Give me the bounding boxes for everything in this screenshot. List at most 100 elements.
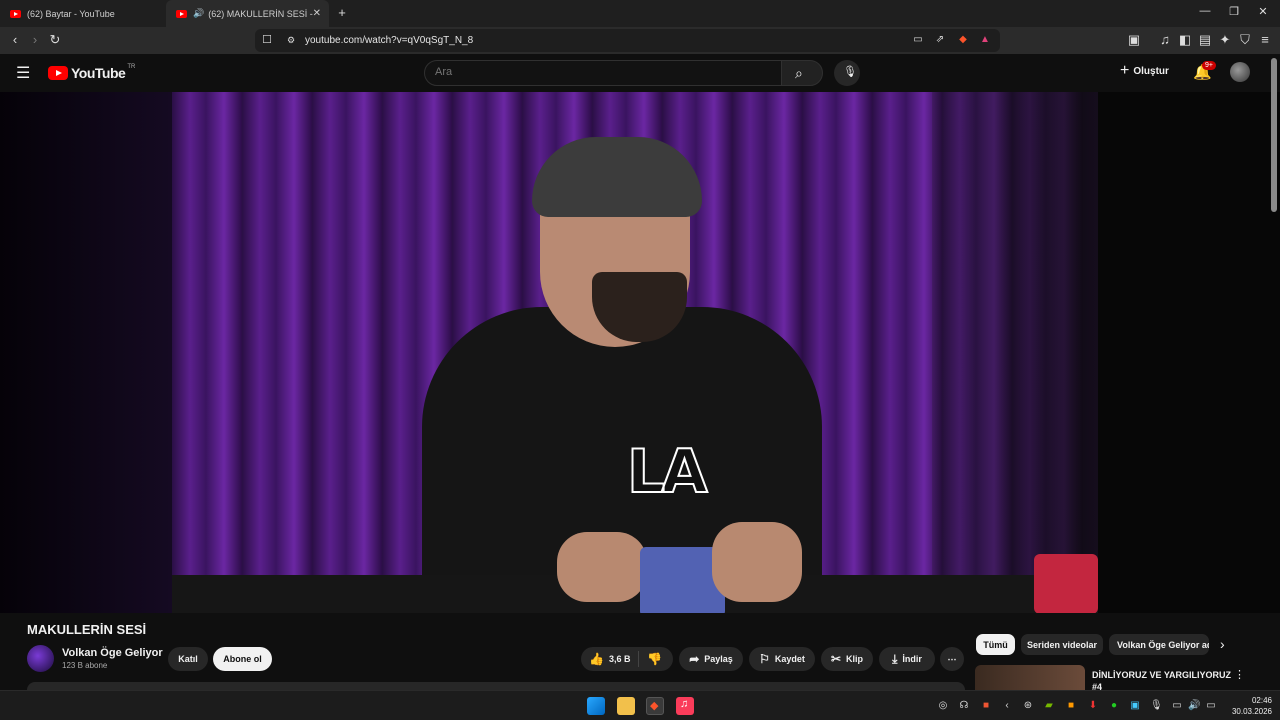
sidebar-icon[interactable]: ◧ [1177, 33, 1193, 47]
download-label: İndir [902, 654, 922, 664]
recommended-more-icon[interactable]: ⋮ [1234, 668, 1245, 681]
dislike-icon[interactable]: 👎 [647, 652, 662, 666]
youtube-header: ☰ YouTube TR ⌕ 🎙 + Oluştur 🔔 9+ [0, 54, 1280, 92]
join-label: Katıl [178, 654, 198, 664]
close-tab-icon[interactable]: ✕ [313, 8, 321, 19]
page-scrollbar[interactable] [1271, 58, 1277, 212]
chip-all[interactable]: Tümü [976, 634, 1015, 655]
speaker-icon: 🔊 [193, 8, 205, 18]
nvidia-icon[interactable]: ▰ [1043, 700, 1055, 711]
windows-start-icon[interactable] [587, 697, 605, 715]
browser-tab-baytar[interactable]: (62) Baytar - YouTube [0, 0, 165, 27]
share-button[interactable]: ➦ Paylaş [679, 647, 743, 671]
site-info-icon[interactable]: ⚙ [283, 33, 299, 47]
search-input[interactable] [435, 66, 765, 78]
cast-icon[interactable]: ▭ [910, 33, 926, 47]
vpn-icon[interactable]: ⛉ [1237, 33, 1253, 47]
tray-app-icon[interactable]: ◎ [937, 700, 949, 711]
back-icon[interactable]: ‹ [7, 33, 23, 47]
new-tab-button[interactable]: + [332, 5, 352, 20]
download-icon: ⤓ [892, 651, 898, 666]
chevron-right-icon[interactable]: › [1220, 636, 1225, 652]
share-label: Paylaş [704, 654, 733, 664]
like-count[interactable]: 3,6 B [609, 654, 631, 664]
more-icon: ⋯ [947, 653, 957, 664]
chip-label: Tümü [983, 639, 1008, 650]
headphones-icon[interactable]: ☊ [958, 700, 970, 711]
reload-icon[interactable]: ↻ [47, 33, 63, 47]
channel-name[interactable]: Volkan Öge Geliyor [62, 647, 163, 659]
recommended-thumbnail[interactable] [975, 665, 1085, 690]
brave-shield-icon[interactable]: ◆ [955, 33, 971, 47]
ai-assistant-icon[interactable]: ✦ [1217, 33, 1233, 47]
subscribe-label: Abone ol [223, 654, 262, 664]
share-page-icon[interactable]: ⇗ [932, 33, 948, 47]
tray-arrow-icon[interactable]: ‹ [1001, 700, 1013, 711]
tray-security-icon[interactable]: ▣ [1129, 700, 1141, 711]
chip-series-videos[interactable]: Seriden videolar [1021, 634, 1103, 655]
clock-date: 30.03.2026 [1231, 707, 1272, 716]
youtube-logo-text: YouTube [71, 65, 126, 81]
maximize-button[interactable]: ❐ [1224, 5, 1244, 18]
media-icon[interactable]: ♫ [1157, 33, 1173, 47]
bookmark-icon[interactable]: ☐ [259, 33, 275, 47]
hamburger-menu-icon[interactable]: ☰ [16, 63, 30, 83]
share-icon: ➦ [689, 652, 700, 666]
menu-icon[interactable]: ≡ [1257, 33, 1273, 47]
battery-icon[interactable]: ▭ [1205, 700, 1217, 711]
channel-avatar[interactable] [27, 645, 54, 672]
tab-search-icon[interactable]: ▣ [1126, 33, 1142, 47]
minimize-button[interactable]: — [1195, 5, 1215, 17]
address-bar[interactable]: ☐ ⚙ youtube.com/watch?v=qV0qSgT_N_8 ▭ ⇗ … [255, 29, 1000, 52]
wallet-icon[interactable]: ▤ [1197, 33, 1213, 47]
apple-music-icon[interactable]: ♫ [676, 697, 694, 715]
volume-icon[interactable]: 🔊 [1188, 700, 1200, 711]
youtube-logo[interactable]: YouTube TR [48, 64, 135, 81]
tab-title: (62) Baytar - YouTube [27, 8, 115, 19]
youtube-play-icon [48, 66, 68, 80]
create-button[interactable]: + Oluştur [1120, 63, 1169, 79]
like-icon[interactable]: 👍 [589, 652, 604, 666]
youtube-favicon-icon [176, 9, 187, 18]
voice-search-button[interactable]: 🎙 [834, 60, 860, 86]
like-dislike-group: 👍 3,6 B 👎 [581, 647, 673, 671]
description-box[interactable] [27, 682, 965, 690]
join-button[interactable]: Katıl [168, 647, 208, 671]
clip-label: Klip [846, 654, 864, 664]
scissors-icon: ✂ [830, 652, 842, 666]
system-clock[interactable]: 02:46 30.03.2026 [1222, 695, 1272, 717]
brave-rewards-icon[interactable]: ▲ [977, 33, 993, 47]
subscribe-button[interactable]: Abone ol [213, 647, 272, 671]
chip-channel[interactable]: Volkan Öge Geliyor ad [1109, 634, 1209, 655]
tray-steam-icon[interactable]: ⊛ [1022, 700, 1034, 711]
file-explorer-icon[interactable] [617, 697, 635, 715]
url-text[interactable]: youtube.com/watch?v=qV0qSgT_N_8 [305, 35, 473, 46]
search-button[interactable]: ⌕ [781, 60, 823, 86]
account-avatar[interactable] [1230, 62, 1250, 82]
youtube-favicon-icon [10, 9, 21, 18]
close-window-button[interactable]: ✕ [1253, 5, 1273, 18]
tray-red-app-icon[interactable]: ■ [980, 700, 992, 711]
tray-download-icon[interactable]: ⬇ [1087, 700, 1099, 711]
microphone-icon: 🎙 [843, 66, 857, 78]
notifications-button[interactable]: 🔔 9+ [1193, 61, 1216, 82]
video-player[interactable]: LA [172, 92, 1098, 613]
tray-mic-icon[interactable]: 🎙 [1150, 700, 1163, 711]
clock-time: 02:46 [1251, 696, 1272, 705]
create-label: Oluştur [1133, 65, 1169, 77]
person-hair [532, 137, 702, 217]
browser-tab-makullerin[interactable]: 🔊 (62) MAKULLERİN SESİ - YouT ✕ [166, 0, 329, 27]
more-actions-button[interactable]: ⋯ [940, 647, 964, 671]
browser-toolbar: ‹ › ↻ ☐ ⚙ youtube.com/watch?v=qV0qSgT_N_… [0, 27, 1280, 54]
download-button[interactable]: ⤓ İndir [879, 647, 935, 671]
clip-button[interactable]: ✂ Klip [821, 647, 873, 671]
save-button[interactable]: ⚐ Kaydet [749, 647, 815, 671]
search-box[interactable] [424, 60, 782, 86]
forward-icon[interactable]: › [27, 33, 43, 47]
network-icon[interactable]: ▭ [1171, 700, 1183, 711]
tray-orange-app-icon[interactable]: ■ [1065, 700, 1077, 711]
person-hand-left [557, 532, 647, 602]
video-title: MAKULLERİN SESİ [27, 622, 147, 637]
brave-browser-icon[interactable]: ◆ [646, 697, 664, 715]
tray-green-app-icon[interactable]: ● [1108, 700, 1120, 711]
